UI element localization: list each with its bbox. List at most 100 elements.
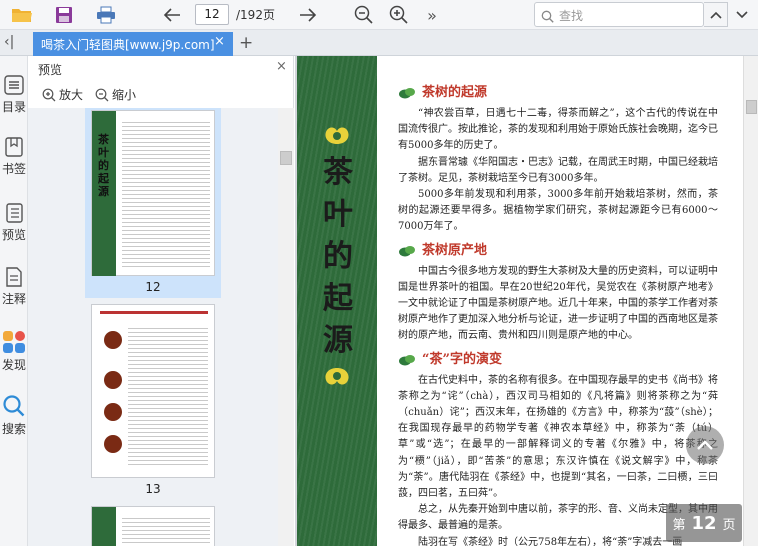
chevron-up-icon (709, 11, 722, 19)
rail-item-preview[interactable]: 预览 (0, 202, 28, 243)
search-icon (3, 395, 25, 417)
search-box[interactable]: 查找 (534, 2, 704, 27)
page-total: /192页 (236, 8, 275, 22)
rail-label: 发现 (1, 358, 26, 372)
tea-leaf-icon (399, 88, 415, 99)
search-next-button[interactable] (730, 2, 754, 27)
rail-label: 搜索 (1, 422, 26, 436)
thumb-text-lines (122, 119, 210, 269)
annotation-icon (6, 267, 22, 287)
paragraph: “神农尝百草，日遇七十二毒，得茶而解之”，这个古代的传说在中国流传很广。按此推论… (398, 108, 718, 152)
forward-arrow-icon[interactable] (296, 3, 320, 27)
document-scrollbar[interactable] (743, 56, 758, 546)
rail-label: 预览 (1, 228, 26, 242)
search-placeholder: 查找 (559, 9, 584, 23)
page-badge-suffix: 页 (722, 517, 736, 533)
document-page: 茶叶的起源 茶树的起源 “神农尝百草，日遇七十二毒，得茶而解之”，这个古代的传说… (297, 56, 743, 546)
preview-tools: 放大 缩小 (42, 86, 136, 103)
zoom-out-icon (95, 88, 109, 101)
tab-close-button[interactable]: × (214, 34, 225, 49)
thumb-vertical-title: 茶叶的起源 (98, 133, 109, 198)
thumbnail-page-number: 13 (145, 482, 161, 496)
zoom-out-label: 缩小 (112, 88, 137, 102)
rail-item-discover[interactable]: 发现 (0, 330, 28, 373)
zoom-in-icon (42, 88, 56, 101)
save-icon[interactable] (52, 3, 76, 27)
back-arrow-icon[interactable] (160, 3, 184, 27)
zoom-in-label: 放大 (59, 88, 84, 102)
rail-label: 书签 (1, 162, 26, 176)
rail-item-annotations[interactable]: 注释 (0, 266, 28, 307)
thumb-text-lines (122, 515, 210, 546)
document-scrollbar-thumb[interactable] (746, 100, 757, 114)
section-heading: 茶树的起源 (398, 84, 718, 102)
preview-scrollbar-thumb[interactable] (280, 151, 292, 165)
thumb-circle-image (104, 331, 122, 349)
vertical-chapter-title: 茶叶的起源 (323, 155, 353, 358)
thumbnail-page-14[interactable] (91, 506, 215, 546)
rail-item-toc[interactable]: 目录 (0, 74, 28, 115)
page-badge-number: 12 (691, 512, 717, 534)
thumbnail-list[interactable]: 茶叶的起源 12 13 (28, 108, 278, 546)
thumb-circle-image (104, 371, 122, 389)
paragraph: 5000多年前发现和利用茶，3000多年前开始栽培茶树，然而，茶树的起源还要早得… (398, 189, 718, 233)
thumb-circle-image (104, 435, 122, 453)
rail-label: 目录 (1, 100, 26, 114)
section-heading-text: 茶树原产地 (422, 242, 488, 258)
collapse-sidebar-button[interactable]: ‹| (4, 34, 14, 50)
page-content: 茶树的起源 “神农尝百草，日遇七十二毒，得茶而解之”，这个古代的传说在中国流传很… (398, 84, 718, 546)
thumb-text-lines (128, 325, 208, 465)
zoom-in-icon[interactable] (387, 3, 411, 27)
preview-panel: 预览 × 放大 缩小 茶叶的起源 12 13 (28, 56, 294, 546)
section-heading: “茶”字的演变 (398, 351, 718, 369)
search-previous-button[interactable] (704, 2, 728, 27)
preview-pages-icon (6, 203, 23, 223)
thumbnail-page-13[interactable] (91, 304, 215, 478)
preview-zoom-in-button[interactable]: 放大 (42, 86, 83, 103)
new-tab-button[interactable]: + (239, 33, 253, 53)
ornament-icon (325, 127, 349, 144)
page-badge-prefix: 第 (672, 517, 686, 533)
left-rail: 目录 书签 预览 注释 发现 搜索 (0, 56, 28, 546)
open-folder-icon[interactable] (10, 3, 34, 27)
search-icon (541, 8, 554, 27)
rail-item-bookmarks[interactable]: 书签 (0, 136, 28, 177)
chevron-down-icon (736, 10, 748, 18)
thumb-header-line (100, 311, 208, 314)
thumb-circle-image (104, 403, 122, 421)
tab-label: 喝茶入门轻图典[www.j9p.com] (41, 38, 215, 52)
apps-grid-icon (3, 331, 25, 353)
section-heading: 茶树原产地 (398, 242, 718, 260)
thumbnail-page-number: 12 (145, 280, 161, 294)
list-icon (4, 75, 24, 95)
tab-strip: ‹| 喝茶入门轻图典[www.j9p.com] × + (0, 30, 758, 56)
page-number-input[interactable]: 12 (195, 4, 229, 25)
rail-item-search[interactable]: 搜索 (0, 394, 28, 437)
more-tools-button[interactable]: » (420, 3, 444, 27)
paragraph: 据东晋常璩《华阳国志・巴志》记载，在周武王时期，中国已经栽培了茶树。足见，茶树栽… (398, 156, 718, 184)
thumb-green-band (92, 507, 116, 546)
preview-close-button[interactable]: × (276, 59, 287, 74)
tea-leaf-icon (399, 245, 415, 257)
tea-leaf-icon (399, 354, 415, 366)
rail-label: 注释 (1, 292, 26, 306)
chapter-band: 茶叶的起源 (297, 56, 377, 546)
tab-document[interactable]: 喝茶入门轻图典[www.j9p.com] (33, 32, 233, 56)
section-heading-text: 茶树的起源 (422, 84, 488, 100)
document-area: 茶叶的起源 茶树的起源 “神农尝百草，日遇七十二毒，得茶而解之”，这个古代的传说… (295, 56, 758, 546)
preview-title: 预览 (38, 63, 63, 77)
print-icon[interactable] (94, 3, 118, 27)
paragraph: 中国古今很多地方发现的野生大茶树及大量的历史资料，可以证明中国是世界茶叶的祖国。… (398, 265, 718, 342)
preview-zoom-out-button[interactable]: 缩小 (95, 86, 136, 103)
zoom-out-icon[interactable] (352, 3, 376, 27)
bookmark-icon (5, 137, 23, 157)
page-indicator-badge: 第 12 页 (666, 504, 742, 542)
chevron-up-icon (697, 440, 713, 450)
preview-scrollbar[interactable] (278, 108, 294, 546)
toolbar: 12 /192页 » 查找 (0, 0, 758, 30)
section-heading-text: “茶”字的演变 (422, 351, 502, 367)
scroll-to-top-button[interactable] (686, 426, 724, 464)
paragraph: 在古代史料中，茶的名称有很多。在中国现存最早的史书《尚书》将茶称之为“诧”（ch… (398, 374, 718, 500)
thumbnail-page-12[interactable]: 茶叶的起源 (91, 110, 215, 276)
ornament-icon (325, 368, 349, 385)
